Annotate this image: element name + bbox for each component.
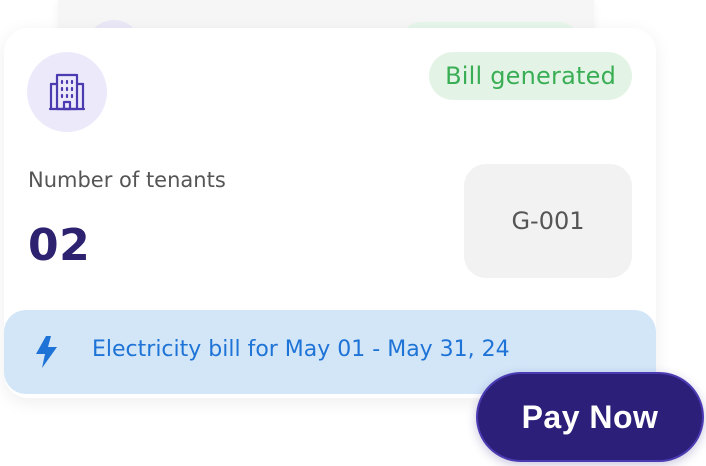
status-badge: Bill generated xyxy=(429,52,632,100)
building-icon xyxy=(27,52,107,132)
unit-id-badge: G-001 xyxy=(464,164,632,278)
lightning-bolt-icon xyxy=(32,334,62,370)
bill-period-text: Electricity bill for May 01 - May 31, 24 xyxy=(92,337,510,362)
bill-card-stack: Bill generated Number of tenants 02 G-00… xyxy=(0,0,706,466)
tenants-count: 02 xyxy=(28,220,91,271)
tenants-label: Number of tenants xyxy=(28,168,226,192)
bill-card[interactable]: Bill generated Number of tenants 02 G-00… xyxy=(4,28,656,398)
pay-now-button[interactable]: Pay Now xyxy=(476,372,704,462)
